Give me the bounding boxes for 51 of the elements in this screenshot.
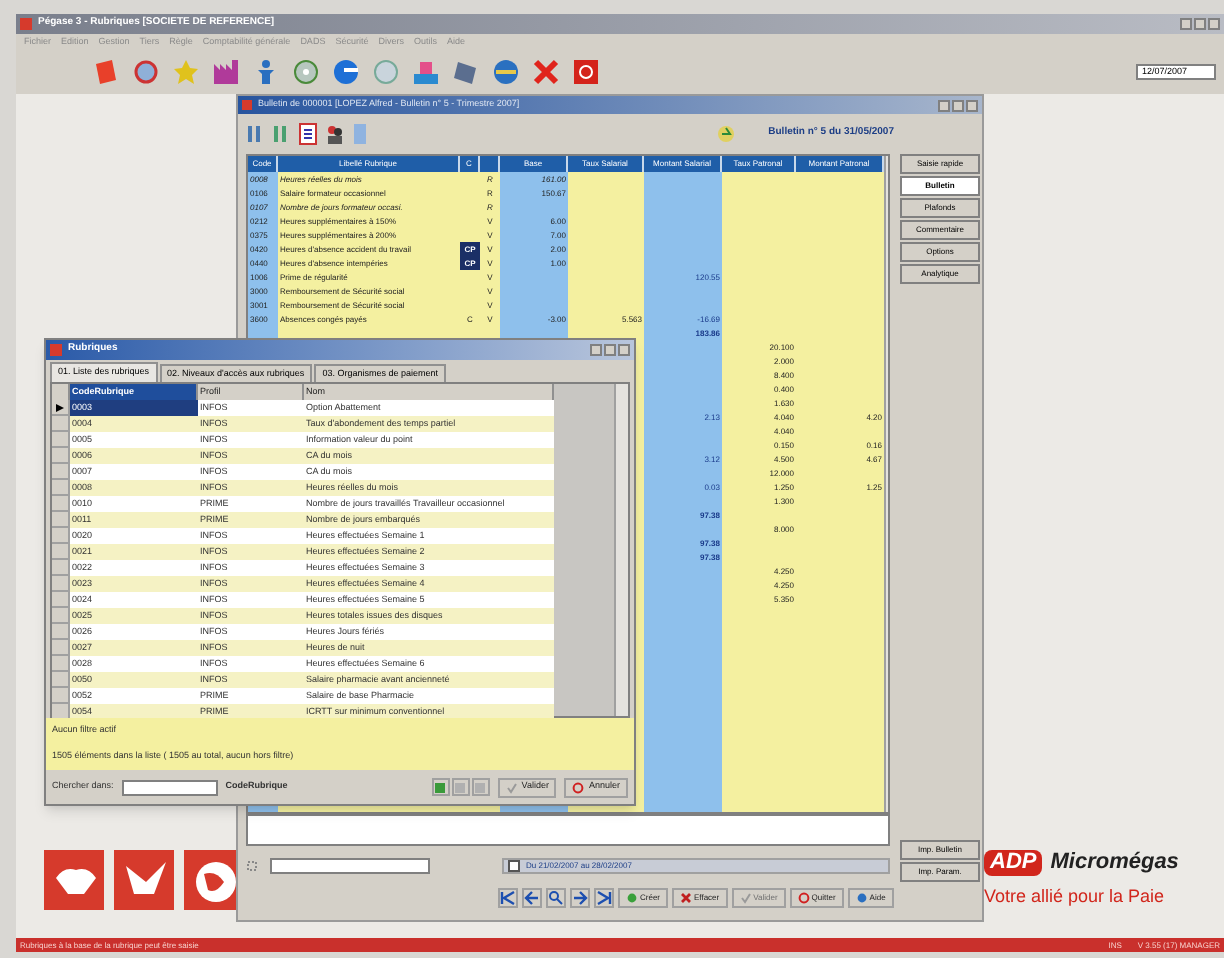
toolbar-button[interactable] xyxy=(298,122,318,146)
toolbar-button[interactable] xyxy=(324,122,344,146)
toolbar-button[interactable] xyxy=(292,58,320,86)
document-icon xyxy=(350,122,370,146)
maximize-button[interactable] xyxy=(604,344,616,356)
input-field[interactable] xyxy=(270,858,430,874)
minimize-button[interactable] xyxy=(938,99,950,111)
column-header[interactable] xyxy=(480,156,500,172)
close-button[interactable] xyxy=(966,99,978,111)
tray-icon xyxy=(412,58,440,86)
close-button[interactable] xyxy=(1208,18,1220,30)
disc-icon xyxy=(292,58,320,86)
last-icon xyxy=(596,890,612,906)
nav-button[interactable] xyxy=(570,888,590,908)
logo-tagline: Votre allié pour la Paie xyxy=(984,883,1167,910)
minimize-button[interactable] xyxy=(1180,18,1192,30)
minimize-button[interactable] xyxy=(590,344,602,356)
maximize-button[interactable] xyxy=(1194,18,1206,30)
nav-button[interactable] xyxy=(522,888,542,908)
logo-mark: ADP xyxy=(984,849,1043,876)
app-icon xyxy=(20,18,32,30)
bars-icon xyxy=(272,122,292,146)
app-icon xyxy=(50,344,62,356)
pointer-icon xyxy=(56,403,64,411)
maximize-button[interactable] xyxy=(952,99,964,111)
people-icon xyxy=(324,122,344,146)
logo-name: Micromégas xyxy=(1050,848,1179,878)
left-arrow-icon xyxy=(524,890,540,906)
grip-icon xyxy=(246,860,258,872)
search-field[interactable] xyxy=(121,779,218,795)
list-icon xyxy=(298,122,318,146)
scrollbar[interactable] xyxy=(884,156,888,812)
row-selector[interactable] xyxy=(52,400,70,416)
star-icon xyxy=(172,58,200,86)
comment-area[interactable] xyxy=(246,814,890,846)
nav-button[interactable] xyxy=(498,888,518,908)
scrollbar[interactable] xyxy=(614,384,628,716)
first-icon xyxy=(500,890,516,906)
close-icon xyxy=(532,58,560,86)
factory-icon xyxy=(212,58,240,86)
nav-button[interactable] xyxy=(546,888,566,908)
search-icon xyxy=(548,890,564,906)
close-icon xyxy=(680,892,693,904)
right-arrow-icon xyxy=(572,890,588,906)
refresh-button[interactable] xyxy=(716,124,736,144)
check-icon xyxy=(505,781,518,793)
nav-button[interactable] xyxy=(594,888,614,908)
close-button[interactable] xyxy=(618,344,630,356)
bars-icon xyxy=(246,122,266,146)
app-icon xyxy=(242,100,252,110)
check-icon xyxy=(739,892,752,904)
